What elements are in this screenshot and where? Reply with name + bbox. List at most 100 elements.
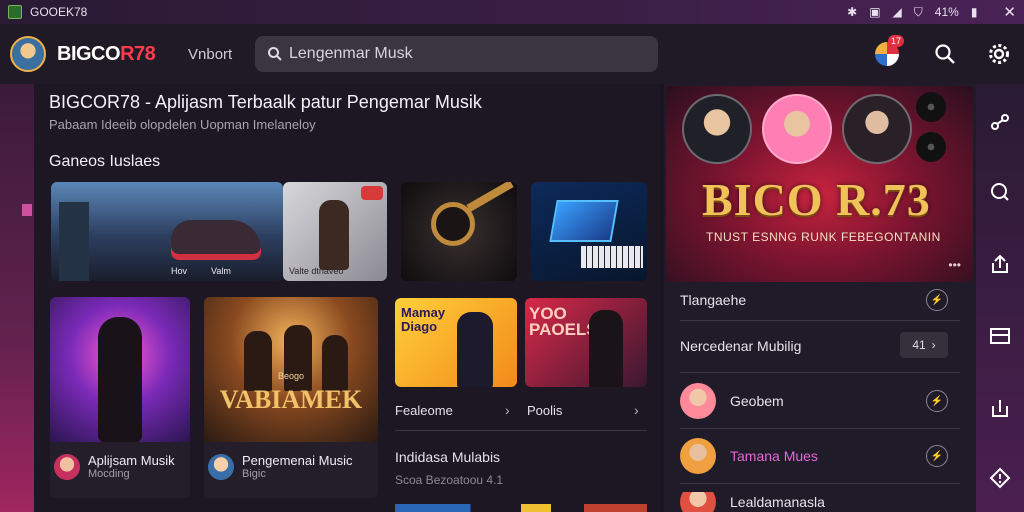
tile-overlay-text: YOO PAOELS xyxy=(529,304,598,339)
search-button[interactable] xyxy=(930,39,960,69)
panel-row-label: Nercedenar Mubilig xyxy=(680,338,802,354)
guitarist-image xyxy=(319,200,349,270)
notification-badge: 17 xyxy=(887,35,904,47)
info-icon[interactable] xyxy=(988,466,1012,490)
vinyl-icon xyxy=(916,132,946,162)
download-icon[interactable] xyxy=(988,396,1012,420)
app-header: BIGCOR78 Vnbort Lengenmar Musk 17 xyxy=(0,24,1024,84)
panel-row-label: Lealdamanasla xyxy=(730,494,825,510)
status-icons: ✱ ▣ ◢ ⛉ 41% ▮ ✕ xyxy=(847,3,1016,21)
avatar xyxy=(680,438,716,474)
panel-row[interactable]: Geobem ⚡ xyxy=(680,382,960,420)
divider xyxy=(680,483,960,484)
poster-image: Beogo VABIAMEK xyxy=(204,297,378,442)
signal-icon: ◢ xyxy=(892,5,902,19)
list-title[interactable]: Indidasa Mulabis xyxy=(395,449,500,465)
artist-card[interactable]: Aplijsam Musik Mocding xyxy=(50,297,190,498)
artist-circle[interactable] xyxy=(762,94,832,164)
poster-top-text: Beogo xyxy=(277,371,305,381)
left-edge-strip xyxy=(0,84,34,512)
status-bar: GOOEK78 ✱ ▣ ◢ ⛉ 41% ▮ ✕ xyxy=(0,0,1024,24)
bluetooth-icon: ✱ xyxy=(847,5,858,19)
panel-row[interactable]: Tamana Mues ⚡ xyxy=(680,437,960,475)
brand-prefix: BIGCO xyxy=(57,43,121,65)
tile-label[interactable]: Poolis xyxy=(527,403,562,418)
panel-row-label: Tlangaehe xyxy=(680,292,747,308)
gear-icon xyxy=(989,44,1009,64)
nav-link[interactable]: Vnbort xyxy=(188,46,232,63)
tile-overlay-text: Mamay Diago xyxy=(401,305,446,334)
panel-row[interactable]: Lealdamanasla xyxy=(680,492,960,512)
divider xyxy=(680,320,960,321)
artist-user: Aplijsam Musik Mocding xyxy=(54,453,175,480)
car-image xyxy=(171,220,261,260)
artist-circle[interactable] xyxy=(682,94,752,164)
edge-marker xyxy=(22,204,32,216)
search-icon xyxy=(268,47,282,61)
guitar-card[interactable] xyxy=(401,182,517,281)
settings-button[interactable] xyxy=(984,39,1014,69)
panel-row-label: Geobem xyxy=(730,393,784,409)
divider xyxy=(680,428,960,429)
feature-tile-a[interactable]: Mamay Diago xyxy=(395,298,517,387)
search-icon[interactable] xyxy=(988,180,1012,204)
hero-banner[interactable]: BICO R.73 TNUST ESNNG RUNK FEBEGONTANIN … xyxy=(666,86,973,282)
user-name: Pengemenai Music xyxy=(242,453,353,468)
tile-label[interactable]: Fealeome xyxy=(395,403,453,418)
user-name: Aplijsam Musik xyxy=(88,453,175,468)
window-title: GOOEK78 xyxy=(30,5,88,19)
count-chip[interactable]: 41 › xyxy=(900,332,948,358)
chevron-right-icon[interactable]: › xyxy=(634,402,639,418)
layout-icon[interactable] xyxy=(988,324,1012,348)
vibrate-icon: ▣ xyxy=(869,5,881,19)
share-network-icon[interactable] xyxy=(988,110,1012,134)
close-icon[interactable]: ✕ xyxy=(1003,3,1016,21)
guitarist-image xyxy=(457,312,493,387)
brand-logo[interactable]: BIGCOR78 xyxy=(57,43,156,66)
avatar xyxy=(54,453,80,480)
app-icon xyxy=(8,5,22,19)
lightning-icon[interactable]: ⚡ xyxy=(926,390,948,412)
guitar-neck xyxy=(466,182,514,212)
more-icon[interactable]: ••• xyxy=(948,258,961,272)
search-value: Lengenmar Musk xyxy=(289,45,413,62)
studio-card[interactable] xyxy=(531,182,647,281)
concert-poster-card[interactable]: Beogo VABIAMEK Pengemenai Music Bigic xyxy=(204,297,378,498)
card-badge xyxy=(361,186,383,200)
avatar[interactable] xyxy=(10,36,46,72)
card-caption: Hov xyxy=(171,266,188,276)
city-car-card[interactable]: Hov Valm xyxy=(51,182,283,281)
card-caption: Valm xyxy=(211,266,231,276)
count-chip-value: 41 xyxy=(912,338,926,352)
search-icon xyxy=(935,44,955,64)
guitarist-image xyxy=(589,310,623,387)
avatar xyxy=(680,383,716,419)
vinyl-icon xyxy=(916,92,946,122)
lightning-icon[interactable]: ⚡ xyxy=(926,289,948,311)
hero-title: BICO R.73 xyxy=(702,174,931,225)
guitarist-card[interactable]: Valte dtnaveo xyxy=(283,182,387,281)
lightning-icon[interactable]: ⚡ xyxy=(926,445,948,467)
artist-image xyxy=(50,297,190,442)
feature-tile-b[interactable]: YOO PAOELS xyxy=(525,298,647,387)
upload-icon[interactable] xyxy=(988,252,1012,276)
panel-row[interactable]: Nercedenar Mubilig 41 › xyxy=(680,332,960,360)
page-title: BIGCOR78 - Aplijasm Terbaalk patur Penge… xyxy=(49,92,482,112)
battery-text: 41% xyxy=(934,5,959,19)
search-input[interactable]: Lengenmar Musk xyxy=(255,36,658,72)
artist-circle[interactable] xyxy=(842,94,912,164)
avatar xyxy=(208,453,234,480)
right-panel: BICO R.73 TNUST ESNNG RUNK FEBEGONTANIN … xyxy=(664,84,976,512)
user-meta: Mocding xyxy=(88,468,130,480)
main-content: BIGCOR78 - Aplijasm Terbaalk patur Penge… xyxy=(34,84,660,512)
poster-user: Pengemenai Music Bigic xyxy=(208,453,353,480)
building-image xyxy=(59,202,89,281)
list-divider xyxy=(395,430,647,431)
bottom-thumbs xyxy=(395,504,647,512)
page-subtitle: Pabaam Ideeib olopdelen Uopman Imelanelo… xyxy=(49,117,316,132)
battery-icon: ▮ xyxy=(970,5,978,19)
right-rail xyxy=(976,84,1024,512)
chevron-right-icon[interactable]: › xyxy=(505,402,510,418)
notifications-button[interactable]: 17 xyxy=(872,35,904,69)
panel-row[interactable]: Tlangaehe ⚡ xyxy=(680,288,960,312)
